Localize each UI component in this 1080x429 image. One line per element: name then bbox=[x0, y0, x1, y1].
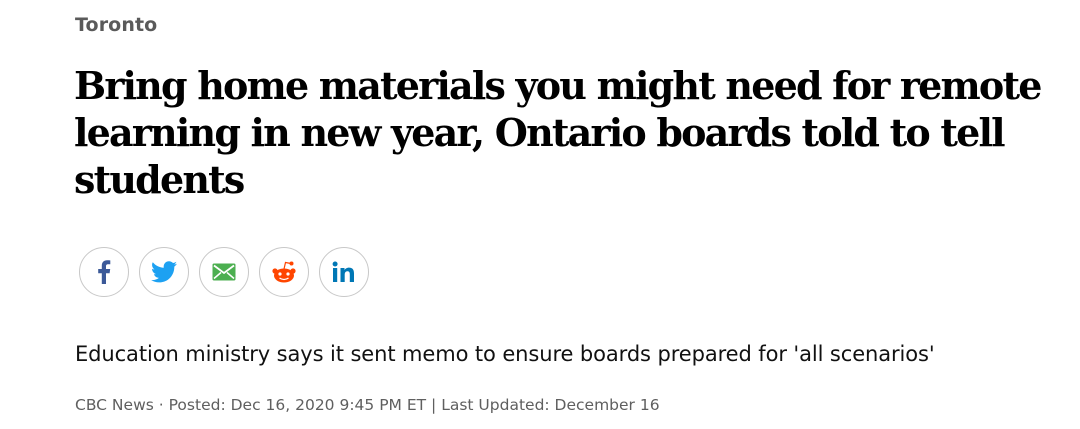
byline-source: CBC News bbox=[75, 396, 154, 414]
share-facebook-button[interactable] bbox=[79, 247, 129, 297]
byline-posted: Posted: Dec 16, 2020 9:45 PM ET bbox=[168, 396, 427, 414]
linkedin-icon bbox=[332, 261, 354, 282]
twitter-icon bbox=[151, 261, 177, 283]
byline-dot: · bbox=[158, 396, 164, 414]
byline-updated: Last Updated: December 16 bbox=[441, 396, 660, 414]
byline: CBC News · Posted: Dec 16, 2020 9:45 PM … bbox=[75, 394, 660, 416]
email-icon bbox=[212, 263, 236, 281]
reddit-icon bbox=[272, 261, 296, 283]
byline-divider: | bbox=[431, 396, 437, 414]
share-twitter-button[interactable] bbox=[139, 247, 189, 297]
section-link-toronto[interactable]: Toronto bbox=[75, 13, 157, 37]
share-linkedin-button[interactable] bbox=[319, 247, 369, 297]
share-email-button[interactable] bbox=[199, 247, 249, 297]
share-reddit-button[interactable] bbox=[259, 247, 309, 297]
page-title: Bring home materials you might need for … bbox=[74, 63, 1042, 202]
article-deck: Education ministry says it sent memo to … bbox=[75, 342, 935, 366]
facebook-icon bbox=[98, 260, 111, 284]
article-header: Toronto Bring home materials you might n… bbox=[0, 0, 1080, 429]
share-buttons bbox=[79, 247, 369, 297]
